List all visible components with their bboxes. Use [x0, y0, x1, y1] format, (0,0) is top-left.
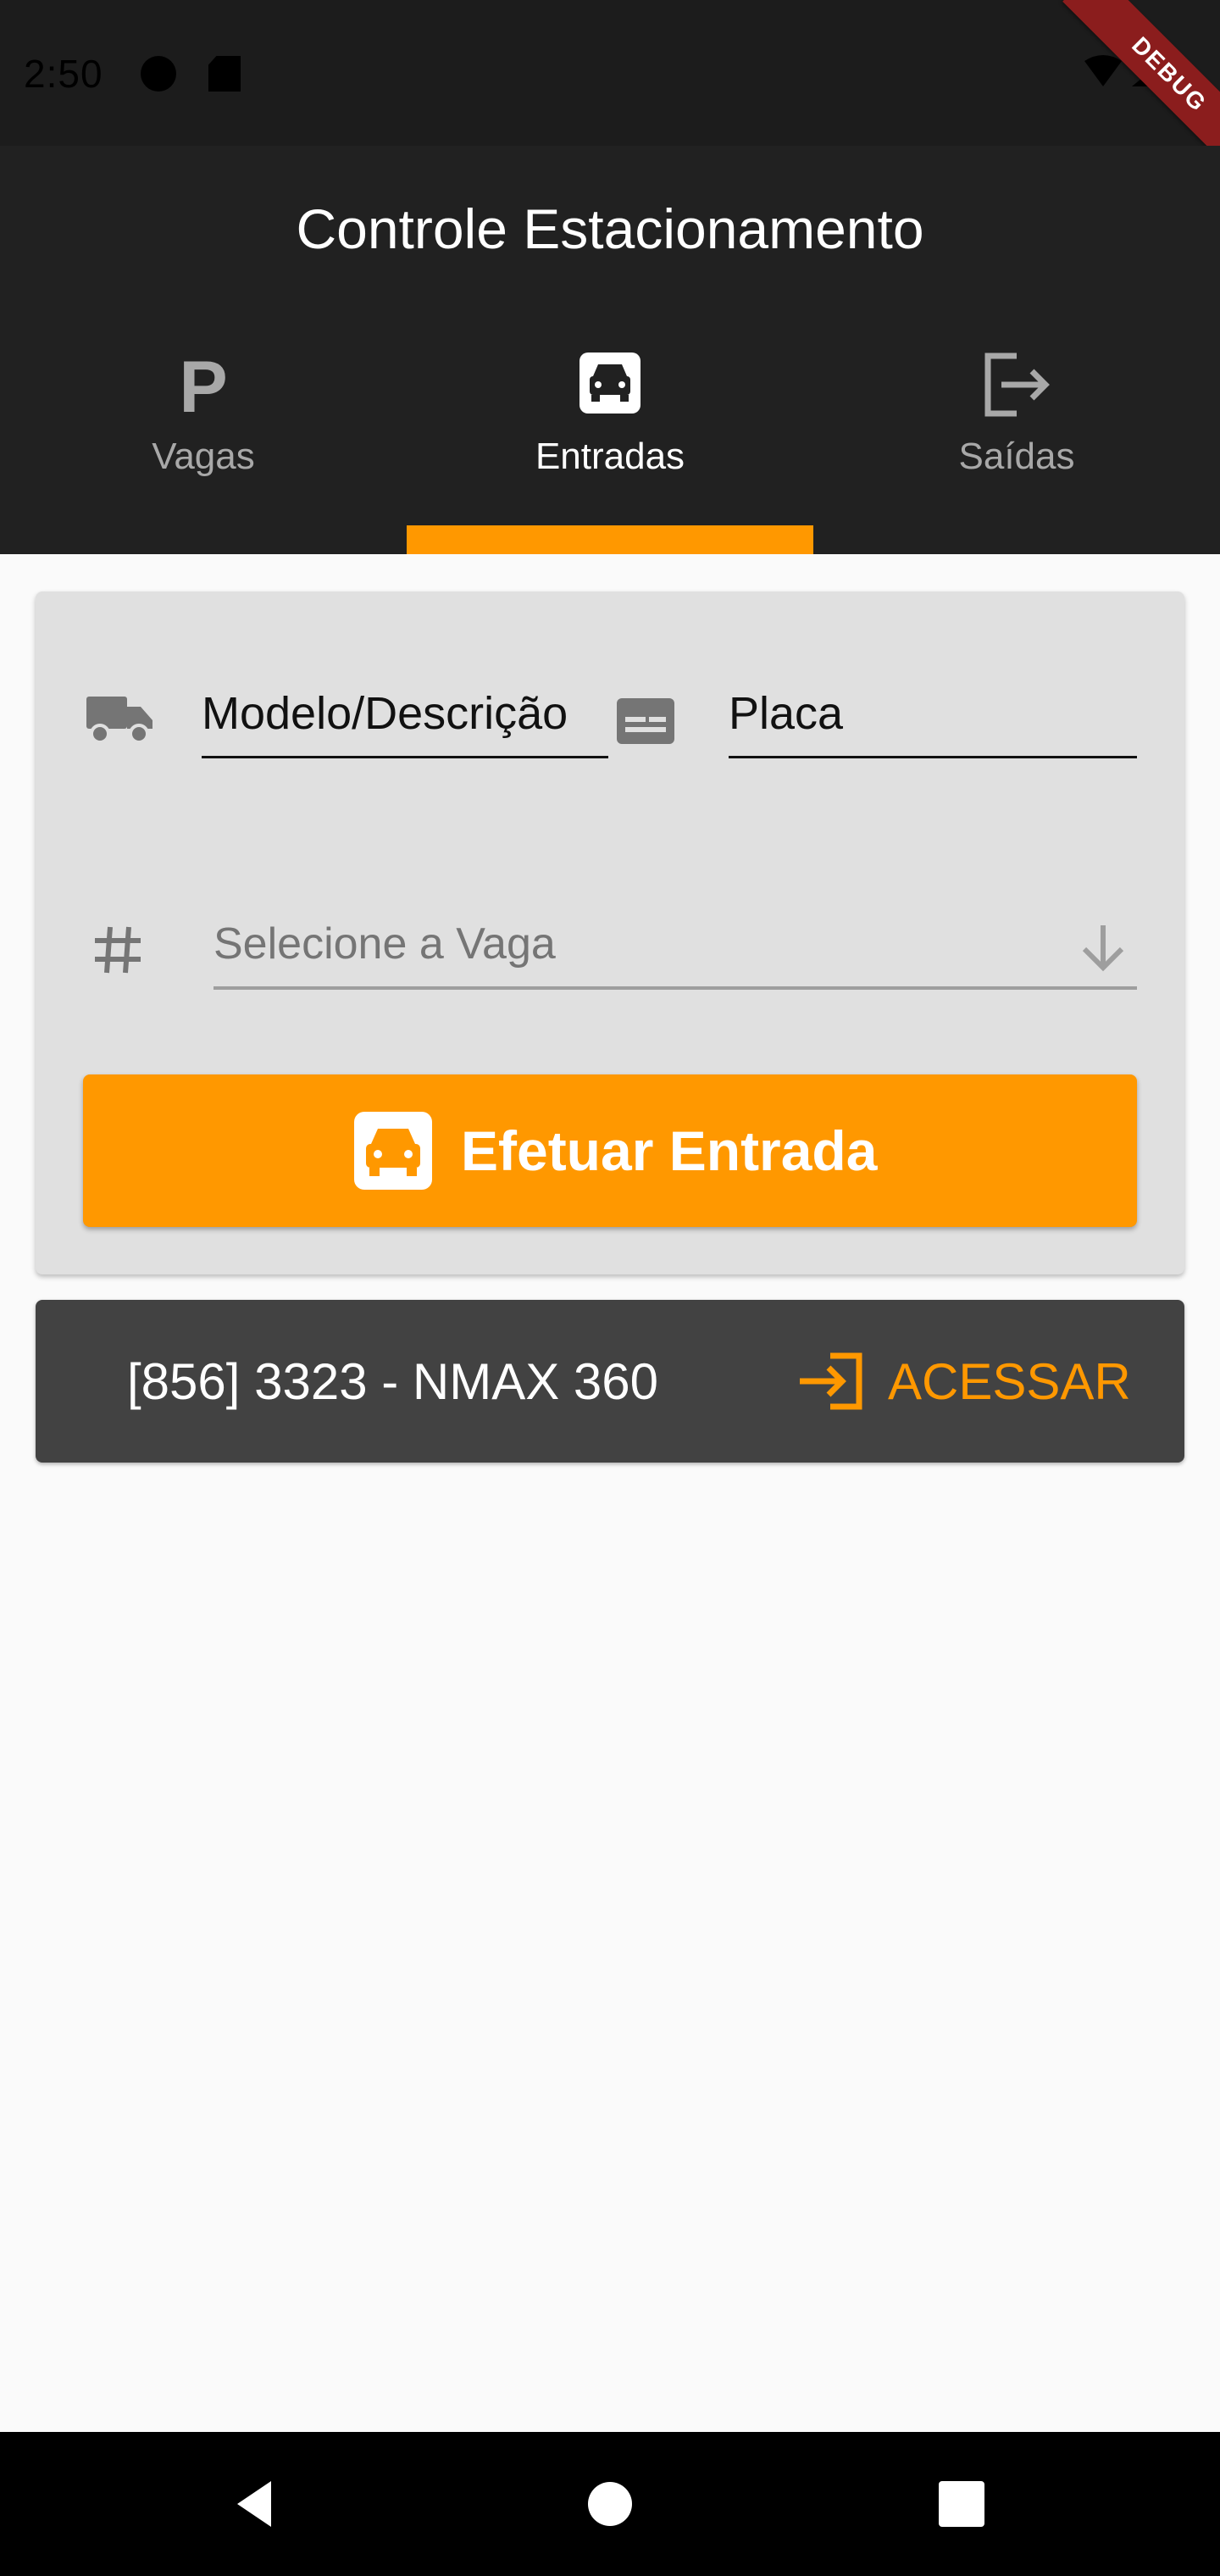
tab-label: Entradas	[535, 436, 685, 477]
truck-icon	[86, 697, 152, 744]
entry-form-card: Selecione a Vaga Efetuar Entrada	[36, 591, 1184, 1274]
tab-indicator	[407, 525, 813, 554]
arrow-down-icon	[1082, 925, 1124, 972]
home-icon[interactable]	[580, 2474, 640, 2534]
exit-icon	[984, 353, 1050, 417]
plate-icon	[617, 698, 674, 744]
recents-icon[interactable]	[932, 2474, 991, 2534]
car-icon	[354, 1112, 432, 1190]
spot-select-placeholder: Selecione a Vaga	[214, 919, 556, 969]
hash-icon	[95, 926, 141, 974]
access-label: ACESSAR	[888, 1353, 1131, 1410]
tab-saidas[interactable]: Saídas	[813, 344, 1220, 554]
entry-list-item: [856] 3323 - NMAX 360 ACESSAR	[36, 1300, 1184, 1463]
status-bar: 2:50	[0, 0, 1220, 146]
plate-field[interactable]	[729, 671, 1137, 773]
tab-vagas[interactable]: P Vagas	[0, 344, 407, 554]
tab-label: Vagas	[152, 436, 255, 477]
entry-description: [856] 3323 - NMAX 360	[127, 1353, 659, 1410]
access-button[interactable]: ACESSAR	[798, 1334, 1137, 1429]
submit-entry-button[interactable]: Efetuar Entrada	[83, 1074, 1137, 1227]
parking-icon: P	[179, 347, 227, 420]
app-title: Controle Estacionamento	[296, 197, 924, 260]
back-icon[interactable]	[227, 2474, 286, 2534]
model-input[interactable]	[202, 671, 608, 758]
spot-select[interactable]: Selecione a Vaga	[214, 905, 1137, 990]
sd-card-icon	[208, 56, 241, 92]
status-data-saver-icon	[141, 56, 176, 92]
car-icon	[580, 353, 640, 414]
tab-entradas[interactable]: Entradas	[407, 344, 813, 554]
system-nav-bar	[0, 2432, 1220, 2576]
model-field[interactable]	[202, 671, 608, 773]
svg-text:P: P	[179, 347, 227, 420]
submit-entry-label: Efetuar Entrada	[461, 1119, 878, 1182]
login-icon	[800, 1352, 862, 1410]
app-bar: Controle Estacionamento P Vagas Entradas…	[0, 146, 1220, 554]
tab-label: Saídas	[958, 436, 1075, 477]
plate-input[interactable]	[729, 671, 1137, 758]
status-time: 2:50	[24, 52, 103, 96]
